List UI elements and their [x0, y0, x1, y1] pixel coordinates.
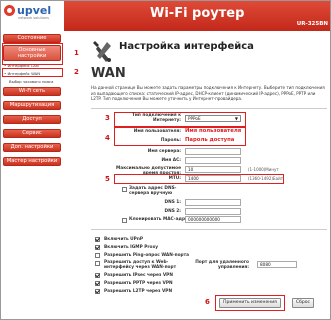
- dns1-label: DNS 1:: [164, 200, 181, 205]
- remote-port-input[interactable]: 8080: [257, 261, 297, 268]
- page-title: Настройка интерфейса: [119, 41, 254, 52]
- sidebar-item-access[interactable]: Доступ: [3, 115, 61, 124]
- app-title: Wi-Fi роутер: [150, 6, 245, 21]
- sidebar-item-advanced[interactable]: Доп. настройки: [3, 143, 61, 152]
- username-label: Имя пользователя:: [133, 129, 181, 134]
- conn-type-select[interactable]: PPPoE ▼: [185, 115, 241, 122]
- model-label: UR-325BN: [296, 21, 328, 27]
- ipsec-checkbox[interactable]: [95, 273, 100, 278]
- mtu-input[interactable]: 1400: [185, 175, 241, 182]
- logo-tagline: network solutions: [18, 16, 50, 20]
- ping-wan-checkbox[interactable]: [95, 253, 100, 258]
- sidebar-item-wizard[interactable]: Мастер настройки: [3, 157, 61, 166]
- top-bar: upvel network solutions Wi-Fi роутер UR-…: [1, 1, 330, 31]
- annotation-1: 1: [74, 49, 79, 57]
- router-window: upvel network solutions Wi-Fi роутер UR-…: [0, 0, 331, 320]
- ac-name-input[interactable]: [185, 157, 241, 164]
- annotation-2: 2: [74, 68, 79, 76]
- annotation-4: 4: [105, 134, 110, 142]
- annotation-5: 5: [105, 175, 110, 183]
- logo-mark-icon: [4, 5, 15, 16]
- wrench-icon: [93, 41, 111, 62]
- sidebar-item-routing[interactable]: Маршрутизация: [3, 101, 61, 110]
- dns2-input[interactable]: [185, 208, 241, 215]
- web-wan-checkbox[interactable]: [95, 261, 100, 266]
- igmp-label: Включить IGMP Proxy: [104, 245, 159, 250]
- idle-time-hint: (1-1000)Минут: [248, 167, 279, 172]
- title-bar: Wi-Fi роутер UR-325BN: [64, 1, 330, 31]
- igmp-checkbox[interactable]: [95, 245, 100, 250]
- sidebar-item-service[interactable]: Сервис: [3, 129, 61, 138]
- remote-port-label: Порт для удаленного управления:: [195, 260, 249, 270]
- annotation-box-2: [2, 68, 63, 77]
- divider-2: [91, 229, 327, 230]
- reset-button[interactable]: Сброс: [292, 298, 314, 308]
- upvel-logo: upvel network solutions: [4, 4, 64, 26]
- mtu-hint: (1360-1492)Байт: [248, 176, 284, 181]
- password-input[interactable]: Пароль доступа: [185, 137, 234, 143]
- apply-changes-button[interactable]: Применить изменения: [219, 298, 281, 308]
- sidebar-item-status[interactable]: Состояние: [3, 34, 61, 43]
- web-wan-label: Разрешить доступ к Web-интерфейсу через …: [104, 260, 177, 270]
- clone-mac-label: Клонировать MAC-адрес:: [129, 217, 193, 222]
- dns-manual-label: Задать адрес DNS-сервера вручную: [129, 186, 177, 196]
- dns-manual-checkbox[interactable]: [122, 187, 127, 192]
- clone-mac-checkbox[interactable]: [122, 218, 127, 223]
- sidebar-item-wifi[interactable]: Wi-Fi сеть: [3, 87, 61, 96]
- server-name-label: Имя сервера:: [147, 149, 181, 154]
- ping-wan-label: Разрешить Ping-опрос WAN-порта: [104, 253, 189, 258]
- ac-name-label: Имя AC:: [161, 158, 181, 163]
- mtu-label: MTU:: [168, 176, 181, 181]
- conn-type-label: Тип подключения к Интернету:: [131, 113, 181, 123]
- ipsec-label: Разрешить IPsec через VPN: [104, 273, 173, 278]
- dns2-label: DNS 2:: [164, 209, 181, 214]
- clone-mac-input[interactable]: 000000000000: [185, 216, 241, 223]
- server-name-input[interactable]: [185, 148, 241, 155]
- upnp-checkbox[interactable]: [95, 237, 100, 242]
- annotation-6: 6: [205, 298, 210, 306]
- annotation-box-1: [2, 43, 63, 65]
- pptp-checkbox[interactable]: [95, 281, 100, 286]
- divider: [91, 108, 327, 109]
- upnp-label: Включить UPnP: [104, 237, 144, 242]
- annotation-3: 3: [105, 114, 110, 122]
- username-input[interactable]: Имя пользователя: [185, 128, 241, 134]
- chevron-down-icon: ▼: [234, 116, 238, 121]
- section-title: WAN: [91, 66, 126, 81]
- password-label: Пароль:: [160, 138, 181, 143]
- sidebar-sub-timezone[interactable]: Выбор часового пояса: [9, 79, 53, 84]
- dns1-input[interactable]: [185, 199, 241, 206]
- idle-time-input[interactable]: 10: [185, 166, 241, 173]
- page-description: На данной странице Вы можете задать пара…: [91, 85, 325, 102]
- conn-type-value: PPPoE: [188, 116, 201, 121]
- l2tp-label: Разрешить L2TP через VPN: [104, 289, 173, 294]
- pptp-label: Разрешить PPTP через VPN: [104, 281, 173, 286]
- l2tp-checkbox[interactable]: [95, 289, 100, 294]
